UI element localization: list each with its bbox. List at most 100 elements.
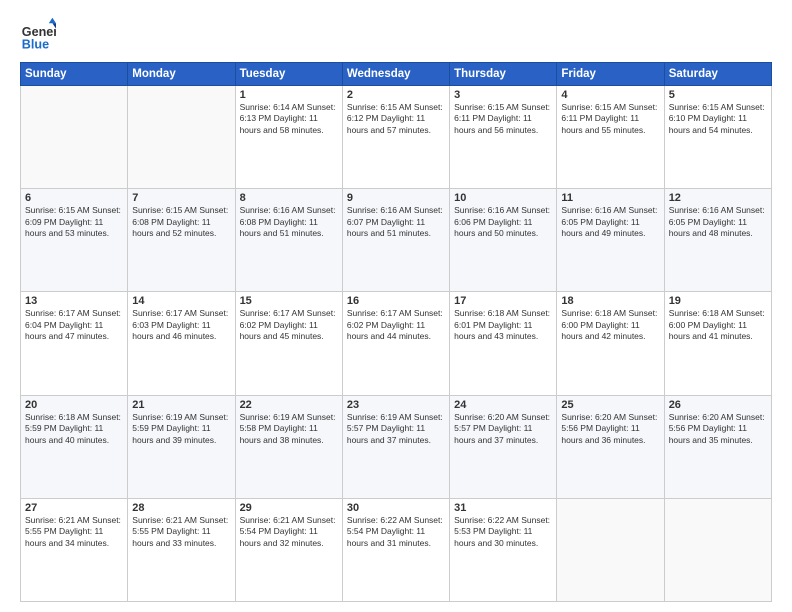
weekday-header-sunday: Sunday	[21, 63, 128, 86]
day-number: 12	[669, 192, 767, 204]
day-info: Sunrise: 6:16 AM Sunset: 6:05 PM Dayligh…	[561, 205, 659, 239]
calendar-cell: 15Sunrise: 6:17 AM Sunset: 6:02 PM Dayli…	[235, 292, 342, 395]
calendar-cell: 4Sunrise: 6:15 AM Sunset: 6:11 PM Daylig…	[557, 86, 664, 189]
day-number: 14	[132, 295, 230, 307]
day-number: 18	[561, 295, 659, 307]
calendar-cell: 5Sunrise: 6:15 AM Sunset: 6:10 PM Daylig…	[664, 86, 771, 189]
weekday-header-saturday: Saturday	[664, 63, 771, 86]
weekday-header-friday: Friday	[557, 63, 664, 86]
day-info: Sunrise: 6:15 AM Sunset: 6:11 PM Dayligh…	[454, 102, 552, 136]
calendar-cell	[128, 86, 235, 189]
calendar-cell: 21Sunrise: 6:19 AM Sunset: 5:59 PM Dayli…	[128, 395, 235, 498]
day-number: 15	[240, 295, 338, 307]
logo-icon: General Blue	[20, 16, 56, 52]
day-number: 4	[561, 89, 659, 101]
day-number: 23	[347, 399, 445, 411]
day-number: 9	[347, 192, 445, 204]
day-number: 2	[347, 89, 445, 101]
calendar-cell	[664, 498, 771, 601]
day-number: 10	[454, 192, 552, 204]
calendar-cell: 25Sunrise: 6:20 AM Sunset: 5:56 PM Dayli…	[557, 395, 664, 498]
day-info: Sunrise: 6:21 AM Sunset: 5:55 PM Dayligh…	[132, 515, 230, 549]
weekday-header-wednesday: Wednesday	[342, 63, 449, 86]
calendar-cell: 6Sunrise: 6:15 AM Sunset: 6:09 PM Daylig…	[21, 189, 128, 292]
calendar-cell: 22Sunrise: 6:19 AM Sunset: 5:58 PM Dayli…	[235, 395, 342, 498]
calendar-cell: 8Sunrise: 6:16 AM Sunset: 6:08 PM Daylig…	[235, 189, 342, 292]
calendar-week-row: 13Sunrise: 6:17 AM Sunset: 6:04 PM Dayli…	[21, 292, 772, 395]
day-number: 6	[25, 192, 123, 204]
calendar-cell: 26Sunrise: 6:20 AM Sunset: 5:56 PM Dayli…	[664, 395, 771, 498]
calendar-cell: 11Sunrise: 6:16 AM Sunset: 6:05 PM Dayli…	[557, 189, 664, 292]
calendar-cell: 13Sunrise: 6:17 AM Sunset: 6:04 PM Dayli…	[21, 292, 128, 395]
day-info: Sunrise: 6:16 AM Sunset: 6:05 PM Dayligh…	[669, 205, 767, 239]
calendar-cell: 28Sunrise: 6:21 AM Sunset: 5:55 PM Dayli…	[128, 498, 235, 601]
day-info: Sunrise: 6:16 AM Sunset: 6:06 PM Dayligh…	[454, 205, 552, 239]
calendar-cell: 20Sunrise: 6:18 AM Sunset: 5:59 PM Dayli…	[21, 395, 128, 498]
day-info: Sunrise: 6:19 AM Sunset: 5:59 PM Dayligh…	[132, 412, 230, 446]
calendar-cell: 18Sunrise: 6:18 AM Sunset: 6:00 PM Dayli…	[557, 292, 664, 395]
day-number: 3	[454, 89, 552, 101]
day-number: 26	[669, 399, 767, 411]
calendar-cell: 3Sunrise: 6:15 AM Sunset: 6:11 PM Daylig…	[450, 86, 557, 189]
day-info: Sunrise: 6:17 AM Sunset: 6:02 PM Dayligh…	[347, 308, 445, 342]
calendar-cell: 2Sunrise: 6:15 AM Sunset: 6:12 PM Daylig…	[342, 86, 449, 189]
day-number: 1	[240, 89, 338, 101]
weekday-header-tuesday: Tuesday	[235, 63, 342, 86]
day-number: 17	[454, 295, 552, 307]
svg-text:Blue: Blue	[22, 37, 49, 51]
calendar-cell: 1Sunrise: 6:14 AM Sunset: 6:13 PM Daylig…	[235, 86, 342, 189]
day-number: 30	[347, 502, 445, 514]
day-info: Sunrise: 6:22 AM Sunset: 5:53 PM Dayligh…	[454, 515, 552, 549]
day-number: 25	[561, 399, 659, 411]
header: General Blue	[20, 16, 772, 52]
calendar-cell: 23Sunrise: 6:19 AM Sunset: 5:57 PM Dayli…	[342, 395, 449, 498]
day-number: 5	[669, 89, 767, 101]
day-number: 22	[240, 399, 338, 411]
day-info: Sunrise: 6:20 AM Sunset: 5:56 PM Dayligh…	[561, 412, 659, 446]
day-info: Sunrise: 6:18 AM Sunset: 6:00 PM Dayligh…	[561, 308, 659, 342]
day-info: Sunrise: 6:17 AM Sunset: 6:03 PM Dayligh…	[132, 308, 230, 342]
day-info: Sunrise: 6:15 AM Sunset: 6:12 PM Dayligh…	[347, 102, 445, 136]
day-number: 21	[132, 399, 230, 411]
day-number: 29	[240, 502, 338, 514]
calendar-cell: 30Sunrise: 6:22 AM Sunset: 5:54 PM Dayli…	[342, 498, 449, 601]
day-number: 31	[454, 502, 552, 514]
day-number: 16	[347, 295, 445, 307]
day-info: Sunrise: 6:15 AM Sunset: 6:08 PM Dayligh…	[132, 205, 230, 239]
day-info: Sunrise: 6:21 AM Sunset: 5:54 PM Dayligh…	[240, 515, 338, 549]
page: General Blue SundayMondayTuesdayWednesda…	[0, 0, 792, 612]
weekday-header-row: SundayMondayTuesdayWednesdayThursdayFrid…	[21, 63, 772, 86]
logo: General Blue	[20, 16, 60, 52]
day-info: Sunrise: 6:15 AM Sunset: 6:10 PM Dayligh…	[669, 102, 767, 136]
calendar-cell	[557, 498, 664, 601]
day-info: Sunrise: 6:18 AM Sunset: 6:00 PM Dayligh…	[669, 308, 767, 342]
calendar-cell: 19Sunrise: 6:18 AM Sunset: 6:00 PM Dayli…	[664, 292, 771, 395]
calendar-cell: 17Sunrise: 6:18 AM Sunset: 6:01 PM Dayli…	[450, 292, 557, 395]
day-number: 8	[240, 192, 338, 204]
day-number: 24	[454, 399, 552, 411]
day-info: Sunrise: 6:22 AM Sunset: 5:54 PM Dayligh…	[347, 515, 445, 549]
calendar-week-row: 6Sunrise: 6:15 AM Sunset: 6:09 PM Daylig…	[21, 189, 772, 292]
day-number: 20	[25, 399, 123, 411]
day-info: Sunrise: 6:19 AM Sunset: 5:58 PM Dayligh…	[240, 412, 338, 446]
day-info: Sunrise: 6:15 AM Sunset: 6:11 PM Dayligh…	[561, 102, 659, 136]
calendar-cell: 29Sunrise: 6:21 AM Sunset: 5:54 PM Dayli…	[235, 498, 342, 601]
day-info: Sunrise: 6:16 AM Sunset: 6:08 PM Dayligh…	[240, 205, 338, 239]
day-number: 7	[132, 192, 230, 204]
calendar-cell: 14Sunrise: 6:17 AM Sunset: 6:03 PM Dayli…	[128, 292, 235, 395]
calendar-week-row: 27Sunrise: 6:21 AM Sunset: 5:55 PM Dayli…	[21, 498, 772, 601]
day-info: Sunrise: 6:21 AM Sunset: 5:55 PM Dayligh…	[25, 515, 123, 549]
day-number: 28	[132, 502, 230, 514]
day-info: Sunrise: 6:14 AM Sunset: 6:13 PM Dayligh…	[240, 102, 338, 136]
day-number: 11	[561, 192, 659, 204]
calendar-cell: 24Sunrise: 6:20 AM Sunset: 5:57 PM Dayli…	[450, 395, 557, 498]
day-info: Sunrise: 6:17 AM Sunset: 6:02 PM Dayligh…	[240, 308, 338, 342]
day-info: Sunrise: 6:20 AM Sunset: 5:56 PM Dayligh…	[669, 412, 767, 446]
day-info: Sunrise: 6:15 AM Sunset: 6:09 PM Dayligh…	[25, 205, 123, 239]
day-info: Sunrise: 6:17 AM Sunset: 6:04 PM Dayligh…	[25, 308, 123, 342]
calendar-cell: 27Sunrise: 6:21 AM Sunset: 5:55 PM Dayli…	[21, 498, 128, 601]
day-info: Sunrise: 6:20 AM Sunset: 5:57 PM Dayligh…	[454, 412, 552, 446]
weekday-header-monday: Monday	[128, 63, 235, 86]
calendar-cell: 9Sunrise: 6:16 AM Sunset: 6:07 PM Daylig…	[342, 189, 449, 292]
calendar-cell: 31Sunrise: 6:22 AM Sunset: 5:53 PM Dayli…	[450, 498, 557, 601]
